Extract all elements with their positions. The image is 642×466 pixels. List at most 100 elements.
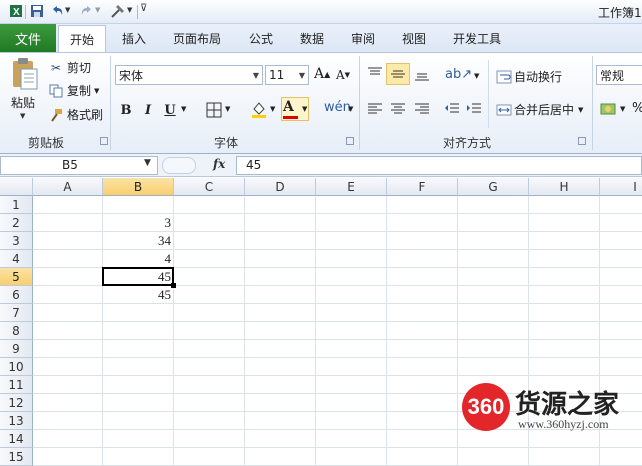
cell-c4[interactable]	[174, 250, 245, 268]
bold-button[interactable]: B	[116, 100, 136, 120]
redo-icon[interactable]	[79, 3, 95, 19]
row-header-3[interactable]: 3	[0, 232, 33, 250]
column-header-d[interactable]: D	[245, 178, 316, 196]
accounting-dropdown-icon[interactable]: ▼	[620, 105, 625, 113]
cell-e10[interactable]	[316, 358, 387, 376]
clipboard-launcher-icon[interactable]	[100, 137, 108, 145]
cell-a9[interactable]	[33, 340, 103, 358]
cut-button[interactable]: ✂ 剪切	[48, 59, 91, 76]
cell-b2[interactable]: 3	[103, 214, 174, 232]
cell-d5[interactable]	[245, 268, 316, 286]
cell-c11[interactable]	[174, 376, 245, 394]
cell-d3[interactable]	[245, 232, 316, 250]
borders-dropdown-icon[interactable]: ▼	[225, 105, 230, 113]
cell-h3[interactable]	[529, 232, 600, 250]
customize-quick-access-icon[interactable]: ⊽	[140, 3, 147, 14]
cell-a2[interactable]	[33, 214, 103, 232]
cell-d14[interactable]	[245, 430, 316, 448]
wrap-text-button[interactable]: 自动换行	[496, 68, 562, 85]
borders-icon[interactable]	[206, 102, 222, 121]
row-header-2[interactable]: 2	[0, 214, 33, 232]
cell-c1[interactable]	[174, 196, 245, 214]
format-painter-button[interactable]: 格式刷	[48, 106, 103, 123]
cell-f2[interactable]	[387, 214, 458, 232]
cell-a3[interactable]	[33, 232, 103, 250]
orientation-dropdown-icon[interactable]: ▼	[474, 72, 479, 80]
underline-dropdown-icon[interactable]: ▼	[181, 105, 186, 113]
cell-g2[interactable]	[458, 214, 529, 232]
cell-d15[interactable]	[245, 448, 316, 466]
cell-a7[interactable]	[33, 304, 103, 322]
cell-e13[interactable]	[316, 412, 387, 430]
cell-i2[interactable]	[600, 214, 642, 232]
cell-h4[interactable]	[529, 250, 600, 268]
cell-e9[interactable]	[316, 340, 387, 358]
cell-e14[interactable]	[316, 430, 387, 448]
cell-a8[interactable]	[33, 322, 103, 340]
cell-i4[interactable]	[600, 250, 642, 268]
tab-developer[interactable]: 开发工具	[453, 30, 501, 47]
font-size-select[interactable]: 11 ▼	[265, 65, 309, 85]
cell-h7[interactable]	[529, 304, 600, 322]
font-size-dropdown-icon[interactable]: ▼	[296, 71, 308, 80]
cell-d9[interactable]	[245, 340, 316, 358]
cell-d7[interactable]	[245, 304, 316, 322]
font-name-select[interactable]: 宋体 ▼	[115, 65, 263, 85]
row-header-9[interactable]: 9	[0, 340, 33, 358]
cell-i10[interactable]	[600, 358, 642, 376]
align-right-icon[interactable]	[414, 101, 430, 120]
cell-i8[interactable]	[600, 322, 642, 340]
cell-h9[interactable]	[529, 340, 600, 358]
cell-b15[interactable]	[103, 448, 174, 466]
cell-c10[interactable]	[174, 358, 245, 376]
row-header-7[interactable]: 7	[0, 304, 33, 322]
row-header-5[interactable]: 5	[0, 268, 33, 286]
cell-g14[interactable]	[458, 430, 529, 448]
row-header-13[interactable]: 13	[0, 412, 33, 430]
cell-e8[interactable]	[316, 322, 387, 340]
cell-b10[interactable]	[103, 358, 174, 376]
row-header-6[interactable]: 6	[0, 286, 33, 304]
tab-page-layout[interactable]: 页面布局	[173, 30, 221, 47]
align-left-icon[interactable]	[367, 101, 383, 120]
cell-e12[interactable]	[316, 394, 387, 412]
cell-e3[interactable]	[316, 232, 387, 250]
paste-dropdown-icon[interactable]: ▼	[20, 112, 25, 120]
paste-icon[interactable]	[9, 57, 39, 91]
cell-c8[interactable]	[174, 322, 245, 340]
cell-a14[interactable]	[33, 430, 103, 448]
cell-g7[interactable]	[458, 304, 529, 322]
cell-g4[interactable]	[458, 250, 529, 268]
cell-e6[interactable]	[316, 286, 387, 304]
cell-h5[interactable]	[529, 268, 600, 286]
cell-f6[interactable]	[387, 286, 458, 304]
column-header-a[interactable]: A	[33, 178, 103, 196]
merge-center-dropdown-icon[interactable]: ▼	[578, 106, 583, 114]
cell-e15[interactable]	[316, 448, 387, 466]
cell-d6[interactable]	[245, 286, 316, 304]
cell-e7[interactable]	[316, 304, 387, 322]
cell-e4[interactable]	[316, 250, 387, 268]
formula-bar-splitter[interactable]	[162, 157, 196, 174]
cell-g8[interactable]	[458, 322, 529, 340]
cell-b13[interactable]	[103, 412, 174, 430]
cell-g6[interactable]	[458, 286, 529, 304]
row-header-12[interactable]: 12	[0, 394, 33, 412]
column-header-i[interactable]: I	[600, 178, 642, 196]
cell-d8[interactable]	[245, 322, 316, 340]
phonetic-dropdown-icon[interactable]: ▼	[348, 105, 353, 113]
cell-i15[interactable]	[600, 448, 642, 466]
tools-dropdown-icon[interactable]: ▼	[127, 6, 132, 14]
cell-c2[interactable]	[174, 214, 245, 232]
cell-b3[interactable]: 34	[103, 232, 174, 250]
name-box[interactable]	[0, 156, 158, 175]
row-header-11[interactable]: 11	[0, 376, 33, 394]
row-header-15[interactable]: 15	[0, 448, 33, 466]
cell-e1[interactable]	[316, 196, 387, 214]
cell-a10[interactable]	[33, 358, 103, 376]
cell-a1[interactable]	[33, 196, 103, 214]
cell-d4[interactable]	[245, 250, 316, 268]
italic-button[interactable]: I	[138, 100, 158, 120]
increase-font-icon[interactable]: A ▲	[314, 66, 330, 82]
cell-f9[interactable]	[387, 340, 458, 358]
